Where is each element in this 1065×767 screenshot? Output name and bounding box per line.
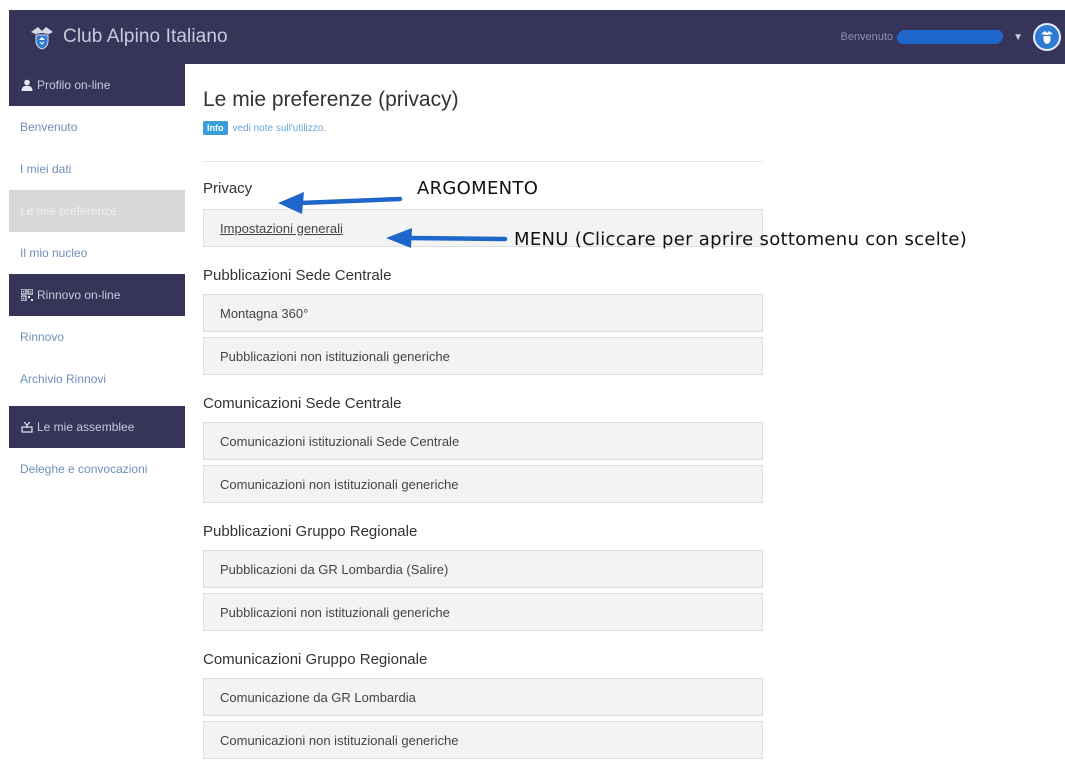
annotation-menu: MENU (Cliccare per aprire sottomenu con … [514,229,968,250]
annotation-argomento: ARGOMENTO [417,178,539,199]
arrow-menu [386,228,508,248]
annotation-arrows [278,192,508,248]
arrow-argomento [278,192,403,214]
